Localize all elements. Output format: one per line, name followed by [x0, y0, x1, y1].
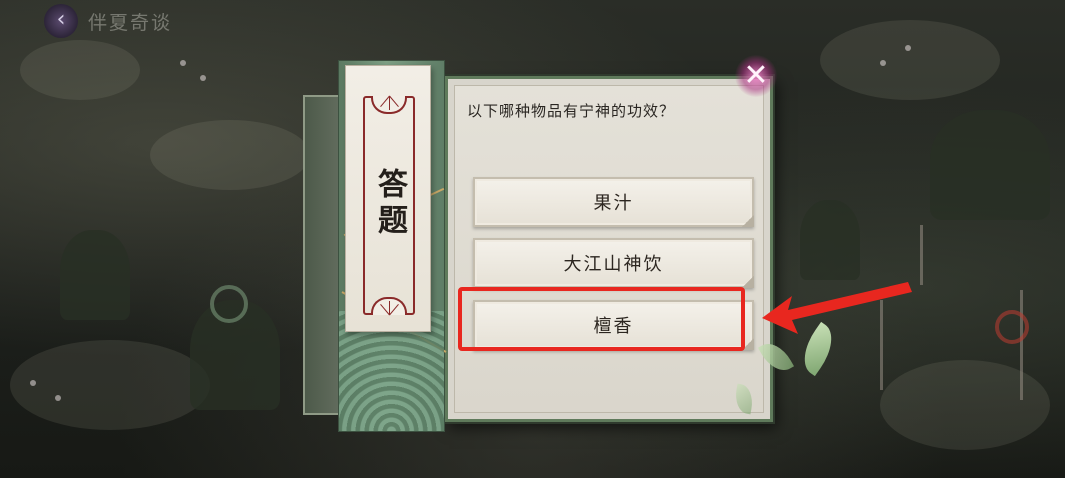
answer-option-label: 大江山神饮 — [563, 254, 664, 275]
banner-title: 答题 — [372, 168, 407, 240]
fan-ornament-icon — [371, 297, 407, 316]
fan-ornament-icon — [371, 95, 407, 114]
answer-highlight-box — [458, 287, 745, 351]
arrow-left-icon — [762, 282, 912, 334]
top-bar: ‹ 伴夏奇谈 — [44, 4, 172, 38]
answer-option-2[interactable]: 大江山神饮 — [473, 238, 754, 288]
answer-option-label: 果汁 — [593, 193, 634, 214]
quiz-dialog-body: 以下哪种物品有宁神的功效？ 果汁 大江山神饮 檀香 — [454, 85, 764, 413]
banner-frame: 答题 — [363, 95, 415, 316]
answer-option-1[interactable]: 果汁 — [473, 177, 754, 227]
question-text: 以下哪种物品有宁神的功效？ — [467, 102, 676, 120]
close-icon: ✕ — [743, 58, 769, 93]
quiz-dialog: 以下哪种物品有宁神的功效？ 果汁 大江山神饮 檀香 — [445, 76, 773, 422]
back-button[interactable]: ‹ — [44, 4, 78, 38]
chevron-left-icon: ‹ — [56, 7, 66, 32]
close-button[interactable]: ✕ — [735, 55, 777, 97]
page-title: 伴夏奇谈 — [88, 11, 173, 34]
banner-card: 答题 — [345, 65, 431, 332]
